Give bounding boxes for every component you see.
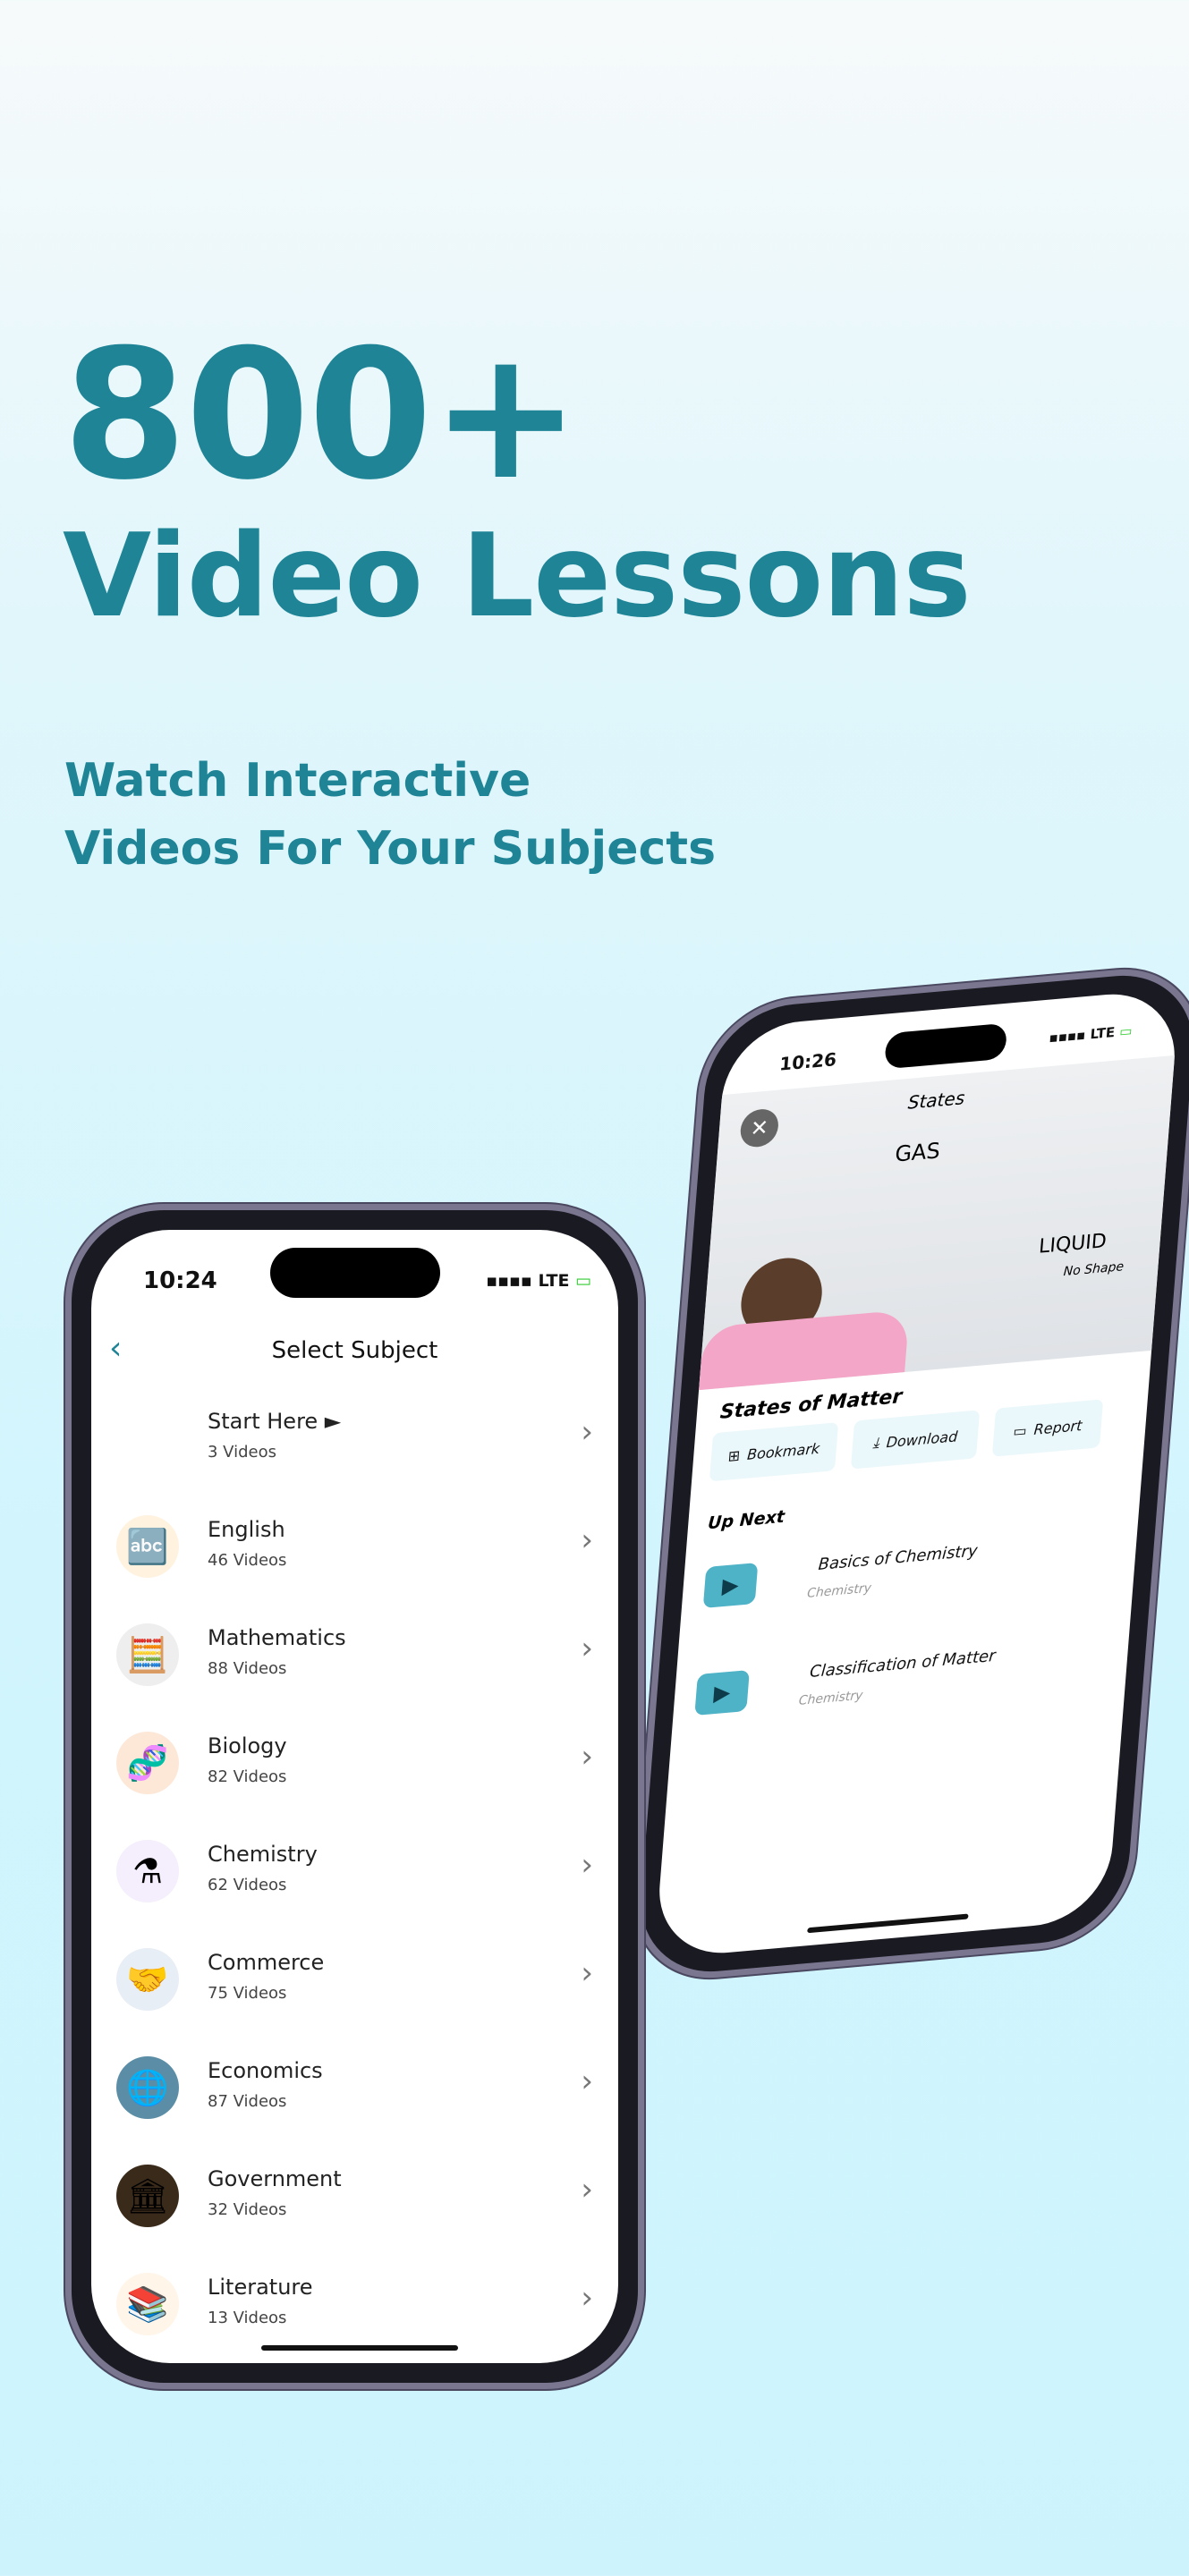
subject-name: Biology — [208, 1733, 287, 1758]
subject-name: English — [208, 1517, 285, 1542]
subject-icon: ⚗ — [116, 1840, 179, 1902]
board-text: No Shape — [1063, 1259, 1125, 1280]
network-label: LTE — [1089, 1023, 1116, 1043]
status-network: ▪▪▪▪ LTE ▭ — [486, 1271, 591, 1291]
status-network: ▪▪▪▪ LTE ▭ — [1048, 1022, 1134, 1046]
teacher-shirt — [699, 1309, 910, 1391]
subject-icon — [116, 1407, 179, 1470]
item-title: Classification of Matter — [809, 1646, 997, 1682]
subject-item[interactable]: 🧬 Biology 82 Videos › — [91, 1712, 618, 1820]
status-time: 10:24 — [143, 1267, 217, 1294]
download-icon: ⤓ — [872, 1433, 880, 1452]
hero-subtitle: Watch Interactive Videos For Your Subjec… — [64, 747, 716, 883]
subject-icon: 🏛 — [116, 2165, 179, 2227]
subject-icon: 🧮 — [116, 1623, 179, 1686]
home-indicator — [261, 2345, 458, 2351]
subject-icon: 📚 — [116, 2273, 179, 2335]
chevron-right-icon: › — [581, 1631, 593, 1666]
subject-count: 13 Videos — [208, 2309, 287, 2327]
close-video-button[interactable]: ✕ — [739, 1107, 780, 1149]
button-label: Report — [1032, 1416, 1083, 1438]
dynamic-island — [884, 1022, 1008, 1070]
video-screen: 10:26 ▪▪▪▪ LTE ▭ ✕ States GAS LIQUID No … — [654, 987, 1180, 1960]
headline-title: Video Lessons — [63, 510, 972, 643]
bookmark-button[interactable]: ⊞ Bookmark — [709, 1422, 839, 1482]
subject-name: Start Here ► — [208, 1409, 342, 1434]
board-text: States — [906, 1087, 966, 1114]
subject-count: 46 Videos — [208, 1551, 287, 1570]
subject-item[interactable]: 🏛 Government 32 Videos › — [91, 2145, 618, 2253]
subject-count: 75 Videos — [208, 1984, 287, 2003]
video-title: States of Matter — [718, 1385, 904, 1424]
button-label: Bookmark — [746, 1439, 821, 1463]
subject-count: 87 Videos — [208, 2092, 287, 2111]
subject-item[interactable]: 🔤 English 46 Videos › — [91, 1496, 618, 1604]
subtitle-line-2: Videos For Your Subjects — [64, 822, 717, 876]
subject-count: 62 Videos — [208, 1876, 287, 1894]
battery-icon: ▭ — [575, 1271, 591, 1291]
subject-count: 3 Videos — [208, 1443, 276, 1462]
item-subject: Chemistry — [798, 1688, 864, 1708]
subject-item[interactable]: 🌐 Economics 87 Videos › — [91, 2037, 618, 2145]
battery-icon: ▭ — [1118, 1022, 1134, 1040]
board-text: GAS — [894, 1138, 941, 1167]
report-icon: ▭ — [1012, 1421, 1028, 1440]
subject-icon: 🧬 — [116, 1732, 179, 1794]
up-next-label: Up Next — [707, 1506, 786, 1534]
chevron-right-icon: › — [581, 2172, 593, 2207]
chevron-right-icon: › — [581, 2063, 593, 2099]
status-time: 10:26 — [778, 1048, 837, 1075]
subject-name: Economics — [208, 2058, 323, 2083]
subject-count: 82 Videos — [208, 1767, 287, 1786]
subject-name: Chemistry — [208, 1842, 318, 1867]
report-button[interactable]: ▭ Report — [991, 1399, 1104, 1457]
subject-name: Government — [208, 2166, 342, 2191]
subject-name: Literature — [208, 2275, 313, 2300]
chevron-right-icon: › — [581, 2280, 593, 2316]
subject-count: 88 Videos — [208, 1659, 287, 1678]
chevron-right-icon: › — [581, 1414, 593, 1450]
download-button[interactable]: ⤓ Download — [850, 1410, 981, 1470]
subject-icon: 🌐 — [116, 2056, 179, 2119]
hero-heading: 800+ Video Lessons — [63, 311, 972, 644]
subject-name: Commerce — [208, 1950, 325, 1975]
subtitle-line-1: Watch Interactive — [64, 754, 531, 808]
dynamic-island — [270, 1248, 440, 1298]
subjects-phone: 10:24 ▪▪▪▪ LTE ▭ ‹ Select Subject Start … — [65, 1204, 644, 2389]
subject-item[interactable]: 🤝 Commerce 75 Videos › — [91, 1928, 618, 2037]
item-subject: Chemistry — [806, 1580, 872, 1601]
video-phone: 10:26 ▪▪▪▪ LTE ▭ ✕ States GAS LIQUID No … — [627, 962, 1189, 1986]
video-player[interactable]: ✕ States GAS LIQUID No Shape — [699, 1055, 1176, 1391]
subject-icon: 🔤 — [116, 1515, 179, 1578]
home-indicator — [807, 1913, 969, 1934]
network-label: LTE — [538, 1271, 570, 1291]
subject-item[interactable]: Start Here ► 3 Videos › — [91, 1387, 618, 1496]
page-title: Select Subject — [271, 1337, 438, 1364]
headline-count: 800+ — [63, 311, 581, 520]
subjects-screen: 10:24 ▪▪▪▪ LTE ▭ ‹ Select Subject Start … — [91, 1230, 618, 2363]
subject-item[interactable]: ⚗ Chemistry 62 Videos › — [91, 1820, 618, 1928]
chevron-right-icon: › — [581, 1522, 593, 1558]
item-title: Basics of Chemistry — [817, 1541, 979, 1575]
subject-count: 32 Videos — [208, 2200, 287, 2219]
board-text: LIQUID — [1038, 1230, 1108, 1258]
chevron-right-icon: › — [581, 1847, 593, 1883]
chevron-right-icon: › — [581, 1739, 593, 1775]
chevron-right-icon: › — [581, 1955, 593, 1991]
bookmark-icon: ⊞ — [727, 1446, 741, 1465]
subject-item[interactable]: 🧮 Mathematics 88 Videos › — [91, 1604, 618, 1712]
button-label: Download — [886, 1427, 959, 1451]
subject-icon: 🤝 — [116, 1948, 179, 2011]
tv-video-icon: ▶ — [702, 1562, 759, 1609]
tv-video-icon: ▶ — [694, 1669, 750, 1716]
subject-name: Mathematics — [208, 1625, 346, 1650]
